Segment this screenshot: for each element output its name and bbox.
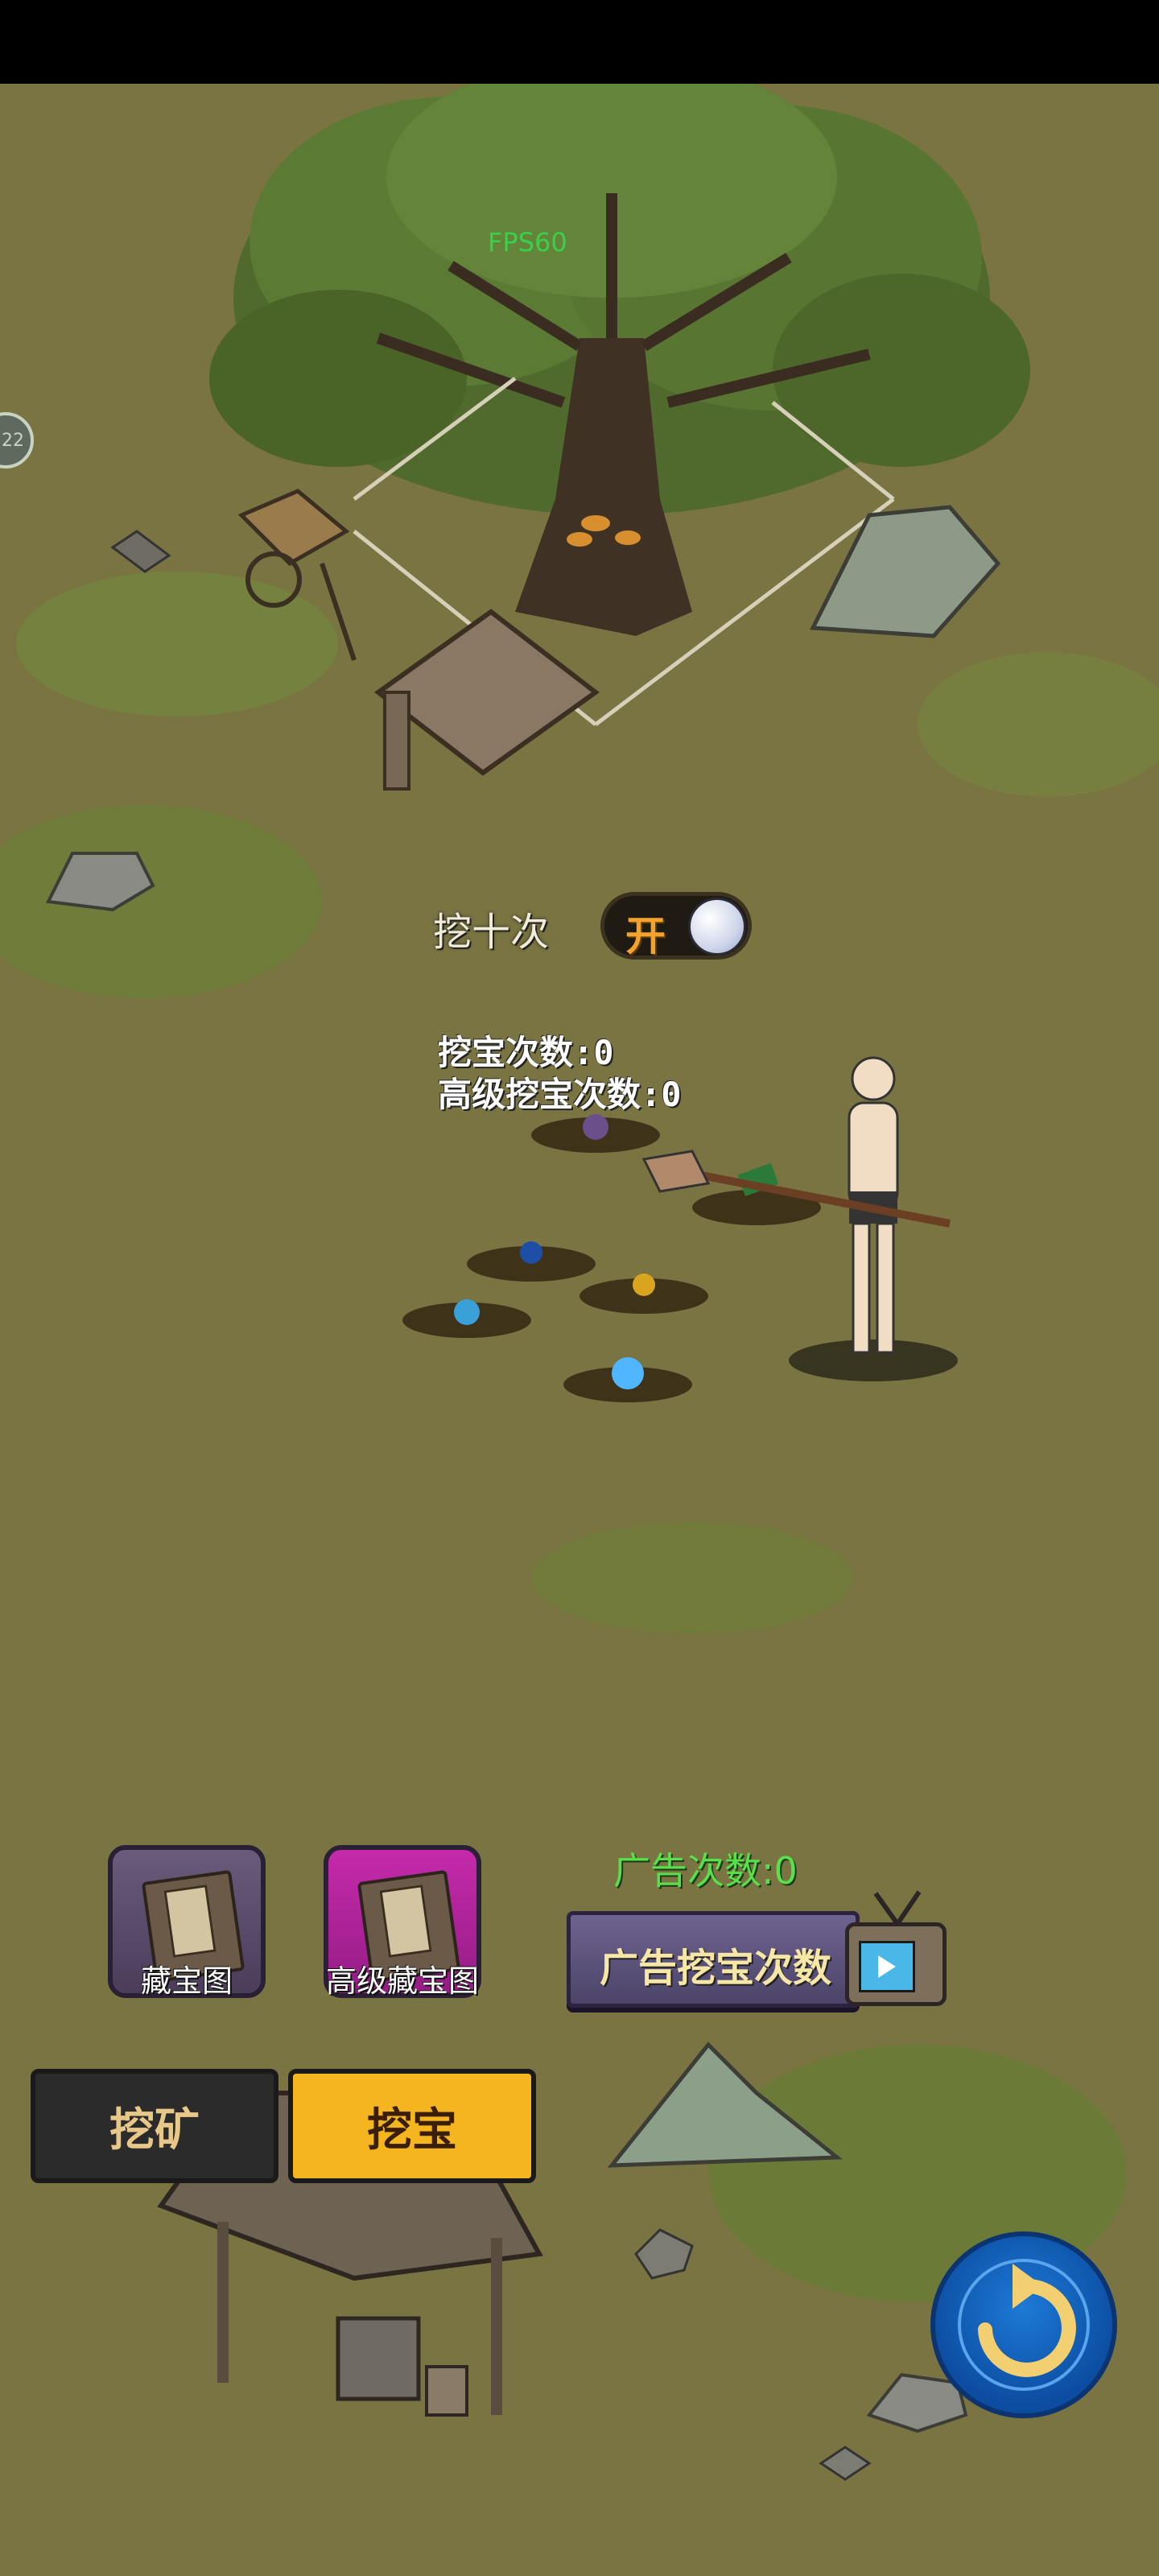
- status-bar: [0, 0, 1159, 84]
- wooden-platform: [373, 609, 600, 791]
- tab-mine[interactable]: 挖矿: [31, 2069, 278, 2183]
- play-icon: [878, 1955, 896, 1978]
- dig-count: 挖宝次数:0: [438, 1033, 614, 1072]
- toggle-on-text: 开: [625, 912, 666, 960]
- ad-dig-button-label: 广告挖宝次数: [600, 1946, 832, 1991]
- advanced-dig-count: 高级挖宝次数:0: [438, 1075, 682, 1114]
- grass-patch: [918, 652, 1159, 797]
- fps-counter: FPS60: [488, 227, 567, 258]
- ad-dig-button[interactable]: 广告挖宝次数: [567, 1911, 860, 2008]
- tv-screen: [859, 1941, 915, 1992]
- dig-ten-toggle[interactable]: 开: [600, 892, 752, 960]
- tv-play-icon[interactable]: [845, 1922, 947, 2006]
- dig-holes: [402, 1114, 821, 1402]
- dig-ten-label: 挖十次: [433, 910, 550, 955]
- grass-patch: [531, 1521, 853, 1634]
- tab-treasure[interactable]: 挖宝: [288, 2069, 536, 2183]
- return-arrow-icon: [978, 2264, 1076, 2377]
- grass-patch: [16, 572, 338, 716]
- game-screen: FPS60 22 挖十次 开 挖宝次数:0 高级挖宝次数:0 藏宝图 高级藏宝图…: [0, 0, 1159, 2576]
- tv-antenna-icon: [873, 1890, 922, 1926]
- toggle-knob: [688, 898, 746, 956]
- game-scene-background: [0, 84, 1159, 2481]
- back-button[interactable]: [930, 2231, 1117, 2418]
- treasure-map-label: 藏宝图: [140, 1963, 233, 1999]
- ad-count-label: 广告次数:0: [613, 1849, 798, 1893]
- advanced-treasure-map-label: 高级藏宝图: [325, 1963, 479, 1999]
- dig-stats: 挖宝次数:0 高级挖宝次数:0: [438, 1032, 682, 1116]
